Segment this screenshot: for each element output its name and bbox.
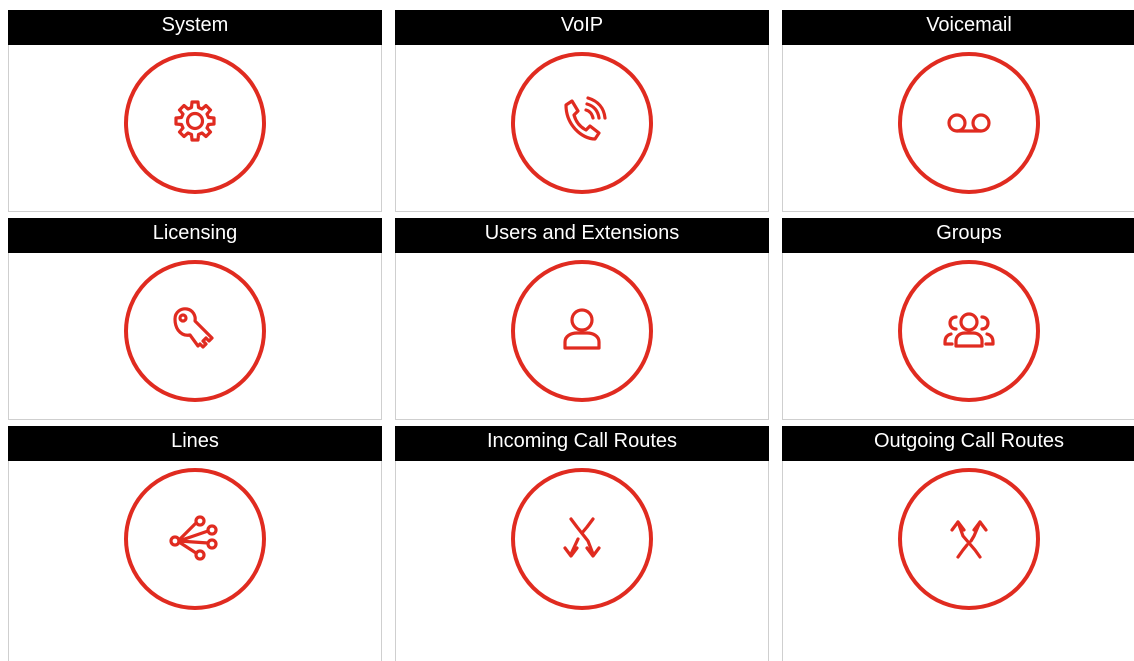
tile-title: Incoming Call Routes bbox=[395, 426, 769, 461]
voicemail-icon bbox=[898, 52, 1040, 194]
tile-outgoing-call-routes[interactable]: Outgoing Call Routes bbox=[782, 426, 1134, 661]
tile-voip[interactable]: VoIP bbox=[395, 10, 769, 212]
tile-body[interactable] bbox=[8, 45, 382, 212]
tile-body[interactable] bbox=[8, 253, 382, 420]
tile-body[interactable] bbox=[782, 253, 1134, 420]
tile-body[interactable] bbox=[395, 253, 769, 420]
tile-licensing[interactable]: Licensing bbox=[8, 218, 382, 420]
key-icon bbox=[124, 260, 266, 402]
tile-title: Voicemail bbox=[782, 10, 1134, 45]
tile-title: VoIP bbox=[395, 10, 769, 45]
tile-system[interactable]: System bbox=[8, 10, 382, 212]
gear-icon bbox=[124, 52, 266, 194]
tile-title: Outgoing Call Routes bbox=[782, 426, 1134, 461]
tile-title: Groups bbox=[782, 218, 1134, 253]
incoming-routes-icon bbox=[511, 468, 653, 610]
outgoing-routes-icon bbox=[898, 468, 1040, 610]
tile-users-and-extensions[interactable]: Users and Extensions bbox=[395, 218, 769, 420]
user-icon bbox=[511, 260, 653, 402]
tile-body[interactable] bbox=[395, 45, 769, 212]
tile-title: Licensing bbox=[8, 218, 382, 253]
tile-title: System bbox=[8, 10, 382, 45]
tile-body[interactable] bbox=[8, 461, 382, 661]
lines-icon bbox=[124, 468, 266, 610]
users-group-icon bbox=[898, 260, 1040, 402]
tile-body[interactable] bbox=[782, 461, 1134, 661]
tile-body[interactable] bbox=[395, 461, 769, 661]
tile-title: Lines bbox=[8, 426, 382, 461]
tile-voicemail[interactable]: Voicemail bbox=[782, 10, 1134, 212]
phone-call-icon bbox=[511, 52, 653, 194]
tile-groups[interactable]: Groups bbox=[782, 218, 1134, 420]
tile-title: Users and Extensions bbox=[395, 218, 769, 253]
tile-body[interactable] bbox=[782, 45, 1134, 212]
tile-lines[interactable]: Lines bbox=[8, 426, 382, 661]
tile-incoming-call-routes[interactable]: Incoming Call Routes bbox=[395, 426, 769, 661]
